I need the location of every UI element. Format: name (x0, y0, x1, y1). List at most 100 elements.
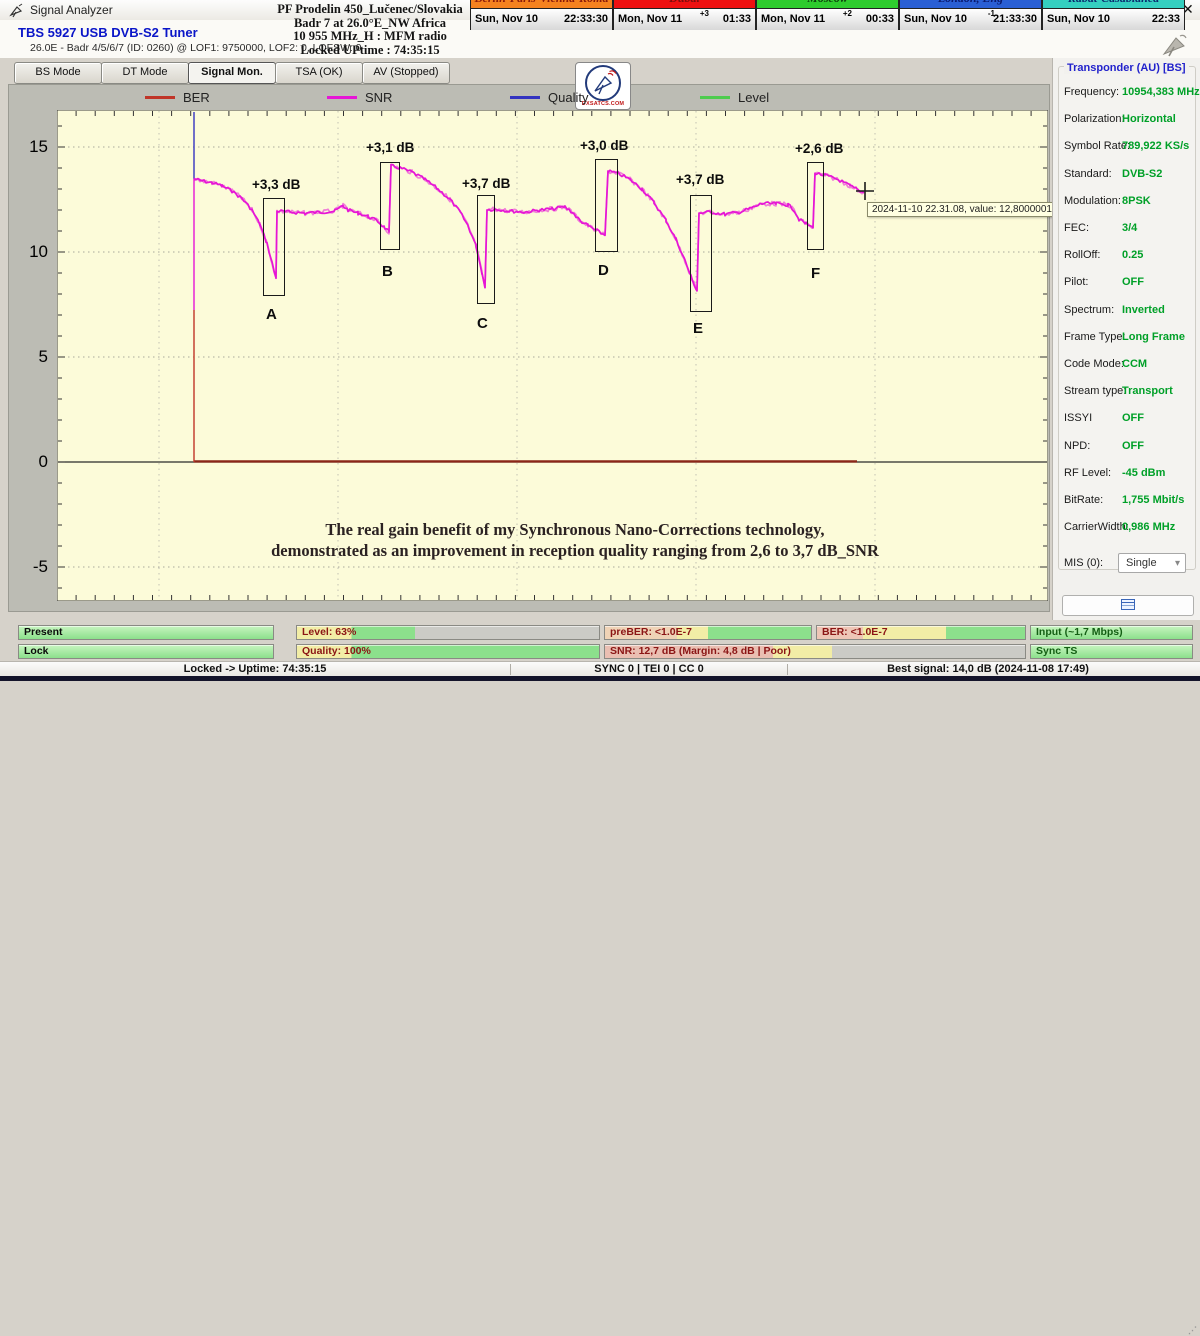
mis-dropdown[interactable]: Single ▾ (1118, 553, 1186, 573)
list-icon (1121, 599, 1135, 610)
syncts-meter: Sync TS (1030, 644, 1193, 659)
ytick-15: 15 (14, 137, 48, 157)
tp-value-5: 3/4 (1122, 222, 1137, 234)
resize-grip[interactable]: ⋰ (1188, 1325, 1197, 1336)
clock-date: Sun, Nov 10 (475, 13, 538, 25)
tp-label-0: Frequency: (1064, 86, 1119, 98)
banner-line1: The real gain benefit of my Synchronous … (175, 519, 975, 540)
mis-label: MIS (0): (1064, 557, 1103, 569)
ytick--5: -5 (14, 557, 48, 577)
tp-label-13: NPD: (1064, 440, 1090, 452)
site-header-line3: 10 955 MHz_H : MFM radio (265, 30, 475, 44)
tp-value-16: 0,986 MHz (1122, 521, 1175, 533)
legend-label-snr: SNR (365, 90, 392, 105)
clock-3: London, EngSun, Nov 10-121:33:30 (899, 0, 1042, 30)
gain-box-F (807, 162, 824, 250)
window-title: Signal Analyzer (30, 3, 113, 17)
tp-value-2: 789,922 KS/s (1122, 140, 1189, 152)
legend-label-ber: BER (183, 90, 210, 105)
tp-value-6: 0.25 (1122, 249, 1143, 261)
tp-label-1: Polarization: (1064, 113, 1125, 125)
present-meter: Present (18, 625, 274, 640)
mis-value: Single (1126, 557, 1157, 569)
legend-dash-snr (327, 96, 357, 99)
legend-dash-quality (510, 96, 540, 99)
tab-bs-mode[interactable]: BS Mode (14, 62, 102, 84)
tp-label-8: Spectrum: (1064, 304, 1114, 316)
tab-dt-mode[interactable]: DT Mode (101, 62, 189, 84)
tp-value-0: 10954,383 MHz (1122, 86, 1200, 98)
legend-label-level: Level (738, 90, 769, 105)
input-meter: Input (~1,7 Mbps) (1030, 625, 1193, 640)
tp-label-11: Stream type: (1064, 385, 1126, 397)
chart-banner-text: The real gain benefit of my Synchronous … (175, 519, 975, 561)
tp-value-14: -45 dBm (1122, 467, 1165, 479)
gain-letter-D: D (598, 262, 609, 279)
gain-letter-C: C (477, 315, 488, 332)
logo-dish-icon (585, 65, 621, 101)
chevron-down-icon: ▾ (1175, 555, 1180, 573)
clock-name: Moscow (757, 0, 898, 9)
tab-tsa-ok-[interactable]: TSA (OK) (275, 62, 363, 84)
clock-time: 00:33 (866, 13, 894, 25)
clock-0: Berlin-Paris-Vienna-Roma Sun, Nov 10 22:33… (470, 0, 613, 30)
clock-4: Rabat-CasablancaSun, Nov 1022:33 (1042, 0, 1185, 30)
clock-time-row: Mon, Nov 11 +2 00:33 (757, 9, 898, 30)
tp-label-3: Standard: (1064, 168, 1112, 180)
snr-meter: SNR: 12,7 dB (Margin: 4,8 dB | Poor) (604, 644, 1026, 659)
tp-label-12: ISSYI (1064, 412, 1092, 424)
legend-dash-ber (145, 96, 175, 99)
clock-time-row: Sun, Nov 1022:33 (1043, 9, 1184, 30)
clock-name: Berlin-Paris-Vienna-Roma (471, 0, 612, 9)
clock-time: 01:33 (723, 13, 751, 25)
tp-label-6: RollOff: (1064, 249, 1100, 261)
sidebar-action-button[interactable] (1062, 595, 1194, 616)
satellite-dish-icon (1160, 30, 1188, 58)
ytick-5: 5 (14, 347, 48, 367)
banner-line2: demonstrated as an improvement in recept… (175, 540, 975, 561)
clock-time-row: Sun, Nov 10-121:33:30 (900, 9, 1041, 30)
tp-value-8: Inverted (1122, 304, 1165, 316)
clock-utc-offset: +2 (843, 9, 852, 18)
site-header-line2: Badr 7 at 26.0°E_NW Africa (265, 17, 475, 31)
gain-label-B: +3,1 dB (366, 140, 414, 155)
status-sync: SYNC 0 | TEI 0 | CC 0 (511, 663, 787, 675)
tab-signal-mon-[interactable]: Signal Mon. (188, 62, 276, 84)
tp-label-16: CarrierWidth: (1064, 521, 1129, 533)
preber-meter: preBER: <1.0E-7 (604, 625, 812, 640)
tab-av-stopped-[interactable]: AV (Stopped) (362, 62, 450, 84)
tp-label-7: Pilot: (1064, 276, 1088, 288)
ytick-10: 10 (14, 242, 48, 262)
gain-label-E: +3,7 dB (676, 172, 724, 187)
tp-label-10: Code Mode: (1064, 358, 1124, 370)
clock-time: 22:33:30 (564, 13, 608, 25)
gain-label-D: +3,0 dB (580, 138, 628, 153)
gain-letter-B: B (382, 263, 393, 280)
tp-value-15: 1,755 Mbit/s (1122, 494, 1184, 506)
status-uptime: Locked -> Uptime: 74:35:15 (0, 663, 510, 675)
gain-label-A: +3,3 dB (252, 177, 300, 192)
tp-value-9: Long Frame (1122, 331, 1185, 343)
tuner-name: TBS 5927 USB DVB-S2 Tuner (18, 25, 198, 40)
clock-time: 22:33 (1152, 13, 1180, 25)
tp-label-14: RF Level: (1064, 467, 1111, 479)
tp-label-5: FEC: (1064, 222, 1089, 234)
tp-label-9: Frame Type: (1064, 331, 1126, 343)
clock-time-row: Mon, Nov 11+301:33 (614, 9, 755, 30)
tp-label-4: Modulation: (1064, 195, 1121, 207)
tp-value-12: OFF (1122, 412, 1144, 424)
tp-value-7: OFF (1122, 276, 1144, 288)
gain-box-E (690, 195, 712, 312)
clock-time: 21:33:30 (993, 13, 1037, 25)
clock-utc-offset: +3 (700, 9, 709, 18)
legend-dash-level (700, 96, 730, 99)
ytick-0: 0 (14, 452, 48, 472)
tp-value-3: DVB-S2 (1122, 168, 1162, 180)
gain-label-C: +3,7 dB (462, 176, 510, 191)
clock-name: Rabat-Casablanca (1043, 0, 1184, 9)
clock-date: Mon, Nov 11 (761, 13, 825, 25)
app-dish-icon (9, 3, 24, 18)
clock-1: DubaiMon, Nov 11+301:33 (613, 0, 756, 30)
gain-box-D (595, 159, 618, 252)
lock-meter: Lock (18, 644, 274, 659)
